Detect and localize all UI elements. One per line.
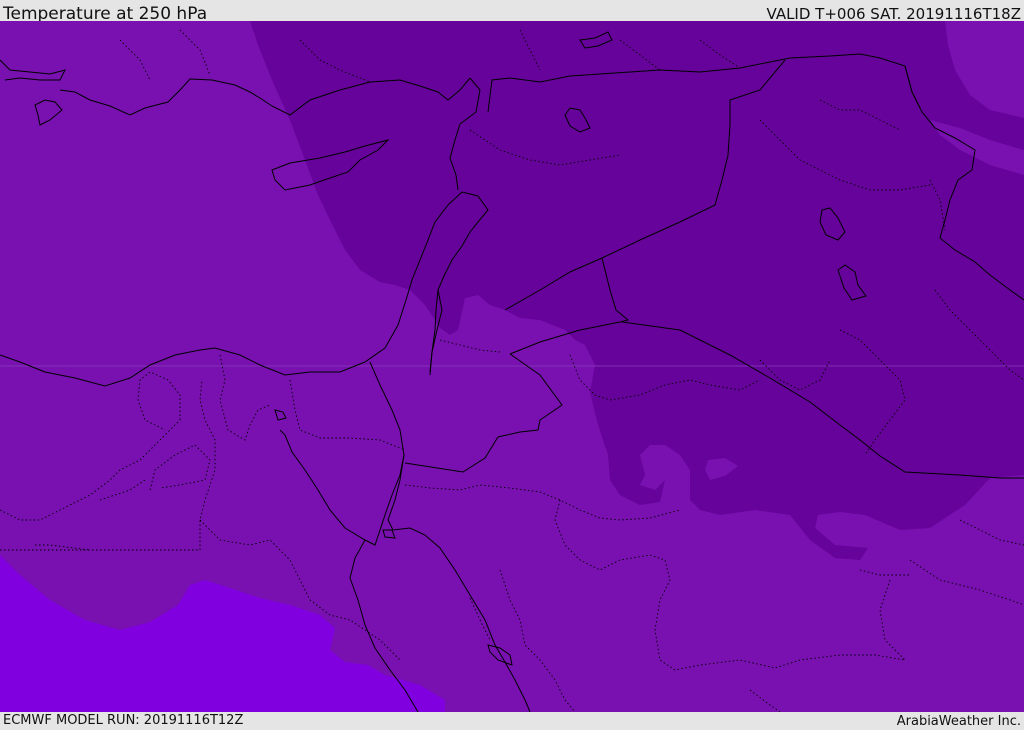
footer-bar: ECMWF MODEL RUN: 20191116T12Z ArabiaWeat… [0,712,1024,729]
header-bar: Temperature at 250 hPa VALID T+006 SAT. … [0,0,1024,24]
model-run: ECMWF MODEL RUN: 20191116T12Z [3,713,244,728]
temperature-map [0,21,1024,712]
credit-text: ArabiaWeather Inc. [896,714,1021,729]
map-view[interactable] [0,21,1024,712]
